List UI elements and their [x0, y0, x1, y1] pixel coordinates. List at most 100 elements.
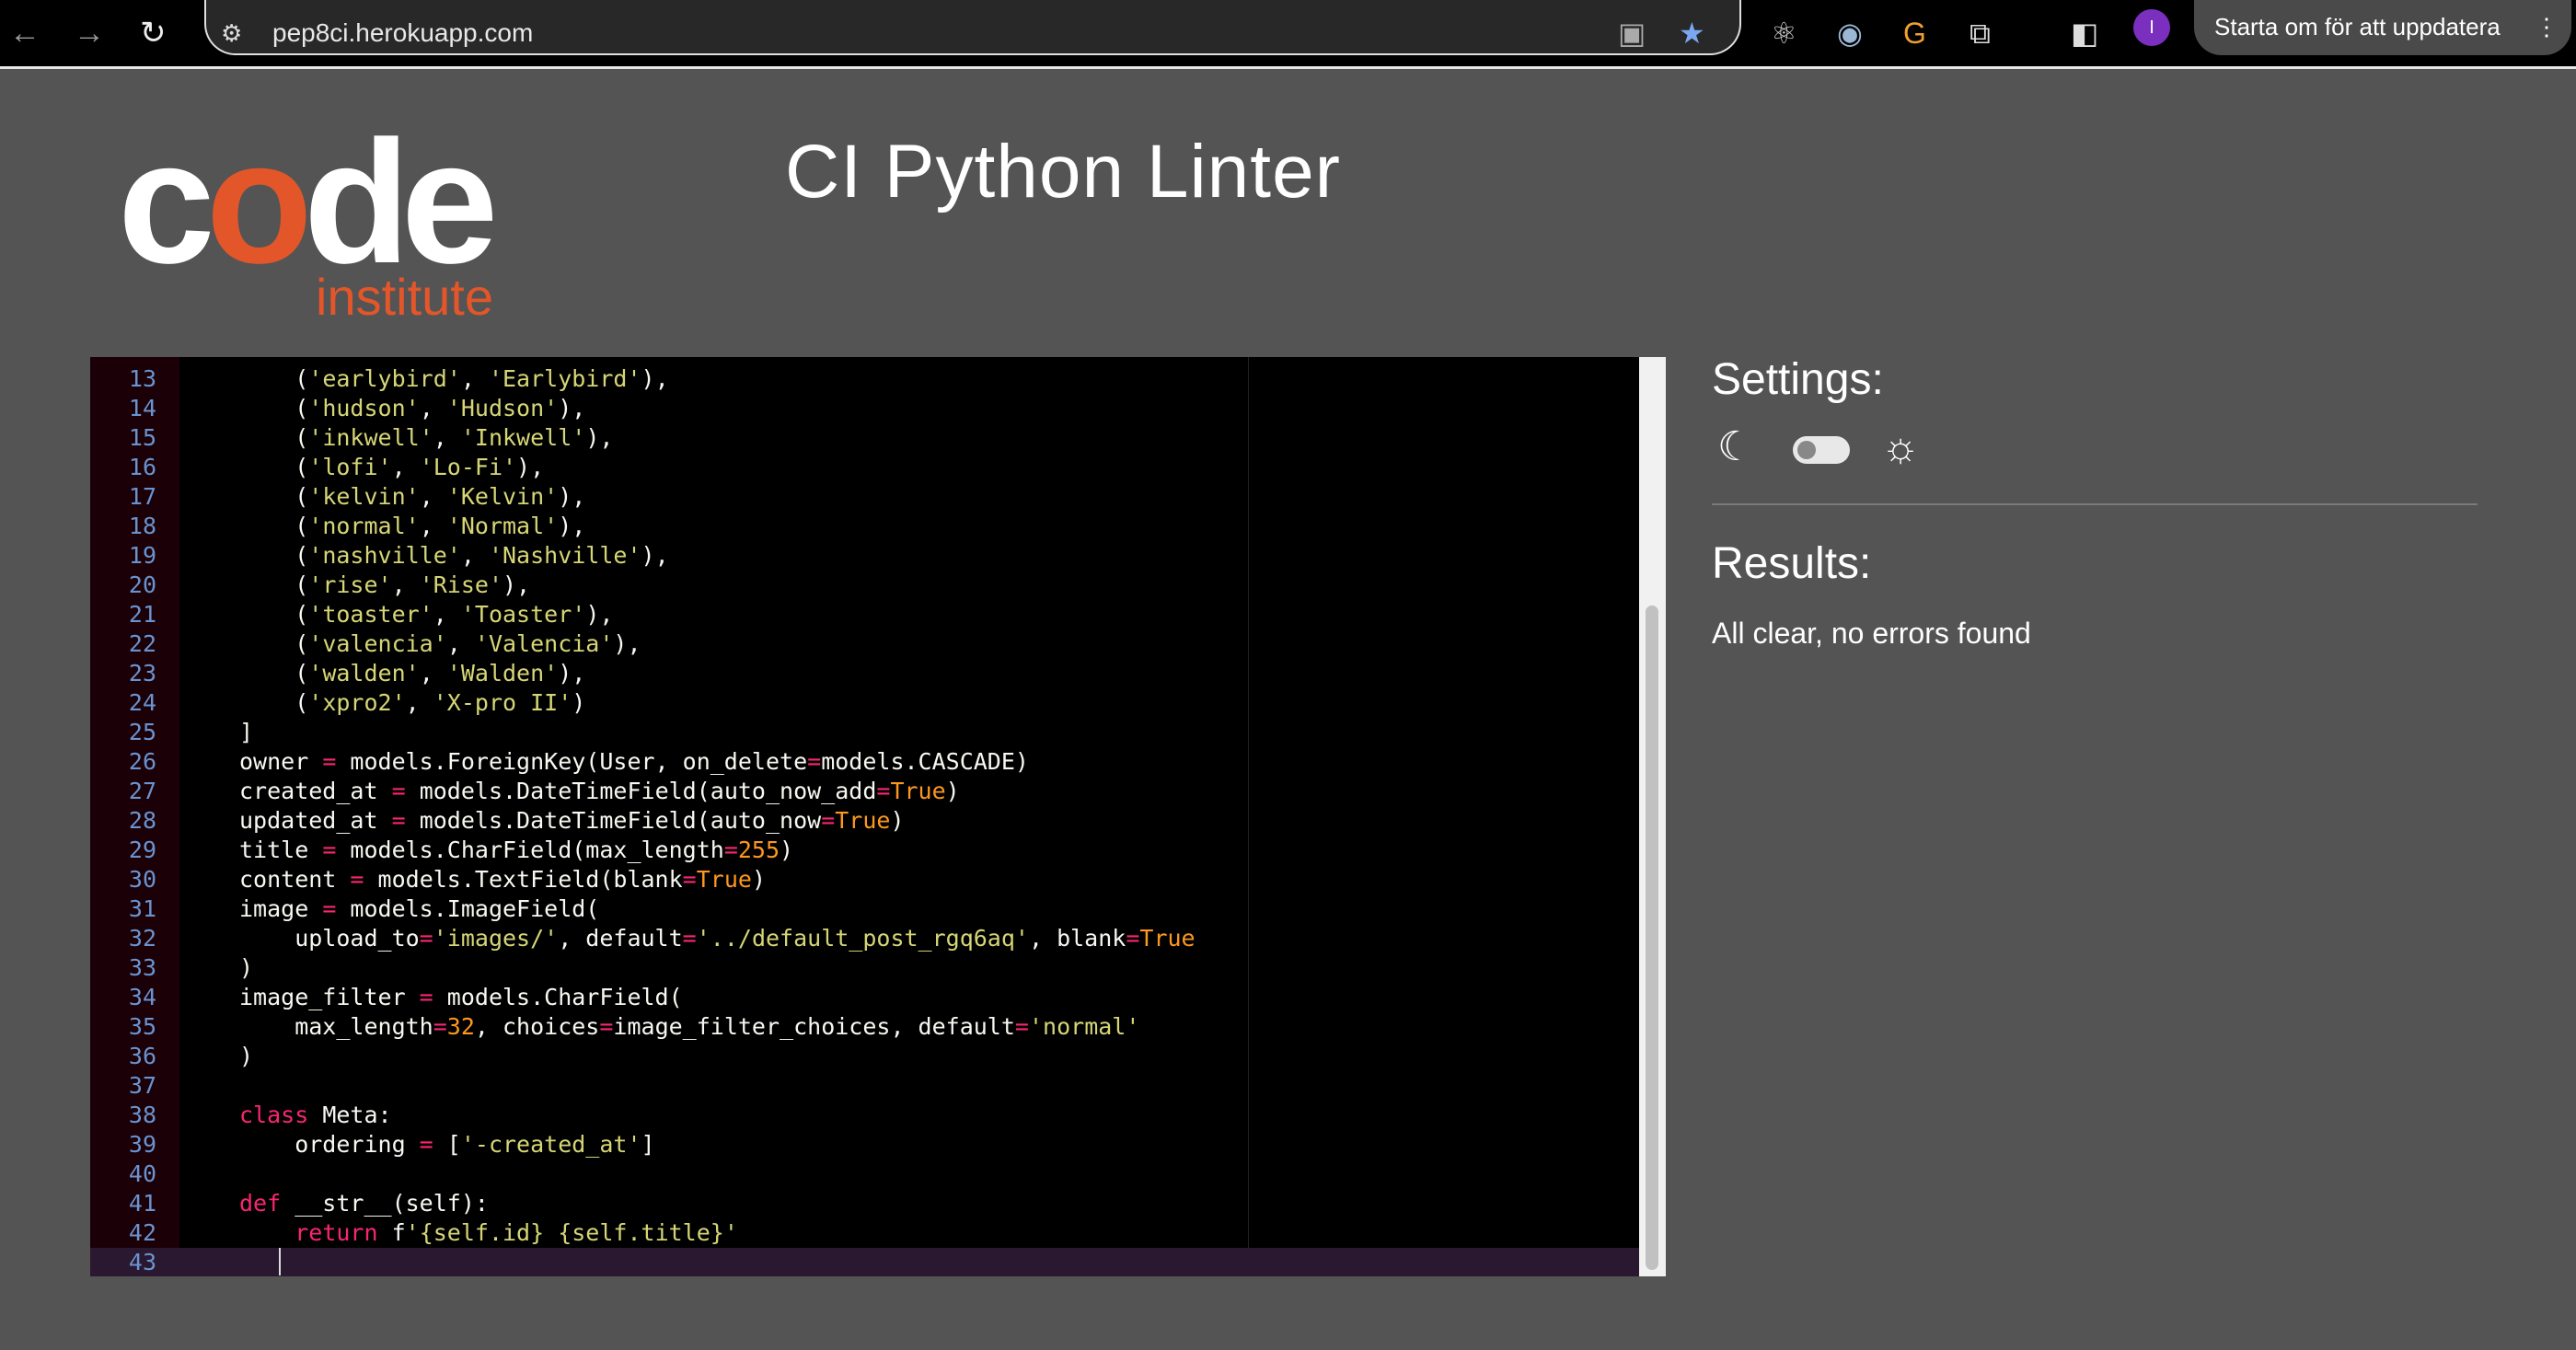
- code-token: ): [572, 689, 586, 716]
- restart-update-button[interactable]: Starta om för att uppdatera ⋮: [2194, 0, 2571, 55]
- code-token: (: [239, 571, 309, 598]
- code-line[interactable]: 39 ordering = ['-created_at']: [90, 1130, 1646, 1160]
- code-token: 'normal': [308, 513, 420, 539]
- code-token: True: [696, 866, 752, 893]
- code-line[interactable]: 16 ('lofi', 'Lo-Fi'),: [90, 453, 1646, 482]
- code-token: '../default_post_rgq6aq': [696, 925, 1029, 952]
- code-token: =: [1014, 1013, 1029, 1040]
- extension-icon[interactable]: G: [1903, 11, 1926, 55]
- line-number: 21: [128, 601, 156, 628]
- toolbar-divider: [0, 66, 2576, 69]
- url-text[interactable]: pep8ci.herokuapp.com: [272, 11, 533, 55]
- code-token: 'rise': [308, 571, 392, 598]
- code-line[interactable]: 30 content = models.TextField(blank=True): [90, 865, 1646, 894]
- menu-icon[interactable]: ⋮: [2535, 0, 2559, 53]
- code-text: ('nashville', 'Nashville'),: [239, 541, 668, 571]
- code-line[interactable]: 40: [90, 1160, 1646, 1189]
- profile-avatar[interactable]: I: [2133, 9, 2170, 46]
- code-text: ('toaster', 'Toaster'),: [239, 600, 613, 629]
- forward-icon[interactable]: →: [74, 11, 105, 55]
- translate-icon[interactable]: ▣: [1618, 11, 1646, 55]
- scrollbar-thumb[interactable]: [1646, 606, 1658, 1270]
- code-token: True: [890, 778, 946, 804]
- code-line[interactable]: 24 ('xpro2', 'X-pro II'): [90, 688, 1646, 718]
- code-token: models.TextField(blank: [364, 866, 683, 893]
- code-line[interactable]: 22 ('valencia', 'Valencia'),: [90, 629, 1646, 659]
- code-token: (: [239, 513, 309, 539]
- code-line[interactable]: 26 owner = models.ForeignKey(User, on_del…: [90, 747, 1646, 777]
- code-token: (: [239, 483, 309, 510]
- reload-icon[interactable]: ↻: [140, 11, 167, 55]
- side-panel-icon[interactable]: ◧: [2071, 11, 2098, 55]
- code-token: ]: [641, 1131, 655, 1158]
- code-text: title = models.CharField(max_length=255): [239, 836, 793, 865]
- code-line[interactable]: 35 max_length=32, choices=image_filter_c…: [90, 1012, 1646, 1042]
- code-line[interactable]: 20 ('rise', 'Rise'),: [90, 571, 1646, 600]
- code-token: ),: [516, 454, 545, 480]
- code-line[interactable]: 27 created_at = models.DateTimeField(auto…: [90, 777, 1646, 806]
- code-token: =: [322, 837, 337, 863]
- code-token: , choices: [474, 1013, 600, 1040]
- theme-toggle[interactable]: [1793, 436, 1850, 464]
- code-line[interactable]: 19 ('nashville', 'Nashville'),: [90, 541, 1646, 571]
- code-token: models.ImageField(: [336, 895, 600, 922]
- code-token: 32: [446, 1013, 475, 1040]
- code-line[interactable]: 18 ('normal', 'Normal'),: [90, 512, 1646, 541]
- code-line[interactable]: 15 ('inkwell', 'Inkwell'),: [90, 423, 1646, 453]
- code-token: =: [599, 1013, 614, 1040]
- code-line[interactable]: 32 upload_to='images/', default='../defa…: [90, 924, 1646, 953]
- code-line[interactable]: 13 ('earlybird', 'Earlybird'),: [90, 364, 1646, 394]
- code-token: 'kelvin': [308, 483, 420, 510]
- code-line[interactable]: 14 ('hudson', 'Hudson'),: [90, 394, 1646, 423]
- code-line[interactable]: 17 ('kelvin', 'Kelvin'),: [90, 482, 1646, 512]
- page-title: CI Python Linter: [785, 130, 1341, 213]
- extension-icon[interactable]: ◉: [1837, 11, 1863, 55]
- code-line[interactable]: 28 updated_at = models.DateTimeField(auto…: [90, 806, 1646, 836]
- code-token: 'xpro2': [308, 689, 406, 716]
- code-line[interactable]: 42 return f'{self.id} {self.title}': [90, 1218, 1646, 1248]
- site-settings-icon[interactable]: ⚙: [221, 11, 242, 55]
- code-token: '-created_at': [460, 1131, 641, 1158]
- code-line[interactable]: 21 ('toaster', 'Toaster'),: [90, 600, 1646, 629]
- code-token: models.CharField(: [433, 984, 683, 1010]
- code-token: ,: [460, 365, 489, 392]
- code-line[interactable]: 38 class Meta:: [90, 1101, 1646, 1130]
- line-number: 22: [128, 630, 156, 657]
- extensions-puzzle-icon[interactable]: ⧉: [1970, 11, 1991, 55]
- code-token: =: [723, 837, 738, 863]
- code-token: ,: [446, 630, 475, 657]
- code-institute-logo: code institute: [118, 105, 541, 331]
- bookmark-star-icon[interactable]: ★: [1679, 11, 1705, 55]
- code-token: 'lofi': [308, 454, 392, 480]
- code-token: __str__(self):: [281, 1190, 489, 1217]
- back-icon[interactable]: ←: [9, 11, 40, 55]
- browser-toolbar: ← → ↻ ⚙ pep8ci.herokuapp.com ▣ ★ ⚛ ◉ G ⧉…: [0, 0, 2576, 66]
- code-line[interactable]: 33): [90, 953, 1646, 983]
- code-token: =: [391, 807, 406, 834]
- line-number: 42: [128, 1219, 156, 1246]
- toggle-knob: [1797, 441, 1816, 459]
- code-line[interactable]: 29 title = models.CharField(max_length=25…: [90, 836, 1646, 865]
- code-token: ),: [585, 601, 614, 628]
- react-devtools-icon[interactable]: ⚛: [1771, 11, 1797, 55]
- code-editor[interactable]: 13 ('earlybird', 'Earlybird'), 14 ('hudso…: [90, 357, 1666, 1276]
- code-token: =: [350, 866, 364, 893]
- code-token: max_length: [239, 1013, 433, 1040]
- code-line[interactable]: 23 ('walden', 'Walden'),: [90, 659, 1646, 688]
- code-token: content: [239, 866, 351, 893]
- code-token: class: [239, 1102, 309, 1128]
- code-line[interactable]: 37: [90, 1071, 1646, 1101]
- code-line[interactable]: 25]: [90, 718, 1646, 747]
- code-line[interactable]: 41 def __str__(self):: [90, 1189, 1646, 1218]
- code-token: created_at: [239, 778, 392, 804]
- line-number: 43: [128, 1249, 156, 1275]
- code-line[interactable]: 31 image = models.ImageField(: [90, 894, 1646, 924]
- code-token: ]: [239, 719, 254, 745]
- code-text: owner = models.ForeignKey(User, on_delet…: [239, 747, 1029, 777]
- code-line[interactable]: 36): [90, 1042, 1646, 1071]
- code-token: =: [322, 748, 337, 775]
- code-line[interactable]: 34 image_filter = models.CharField(: [90, 983, 1646, 1012]
- code-token: =: [419, 925, 433, 952]
- code-token: [: [433, 1131, 461, 1158]
- code-line[interactable]: 43: [90, 1248, 1646, 1276]
